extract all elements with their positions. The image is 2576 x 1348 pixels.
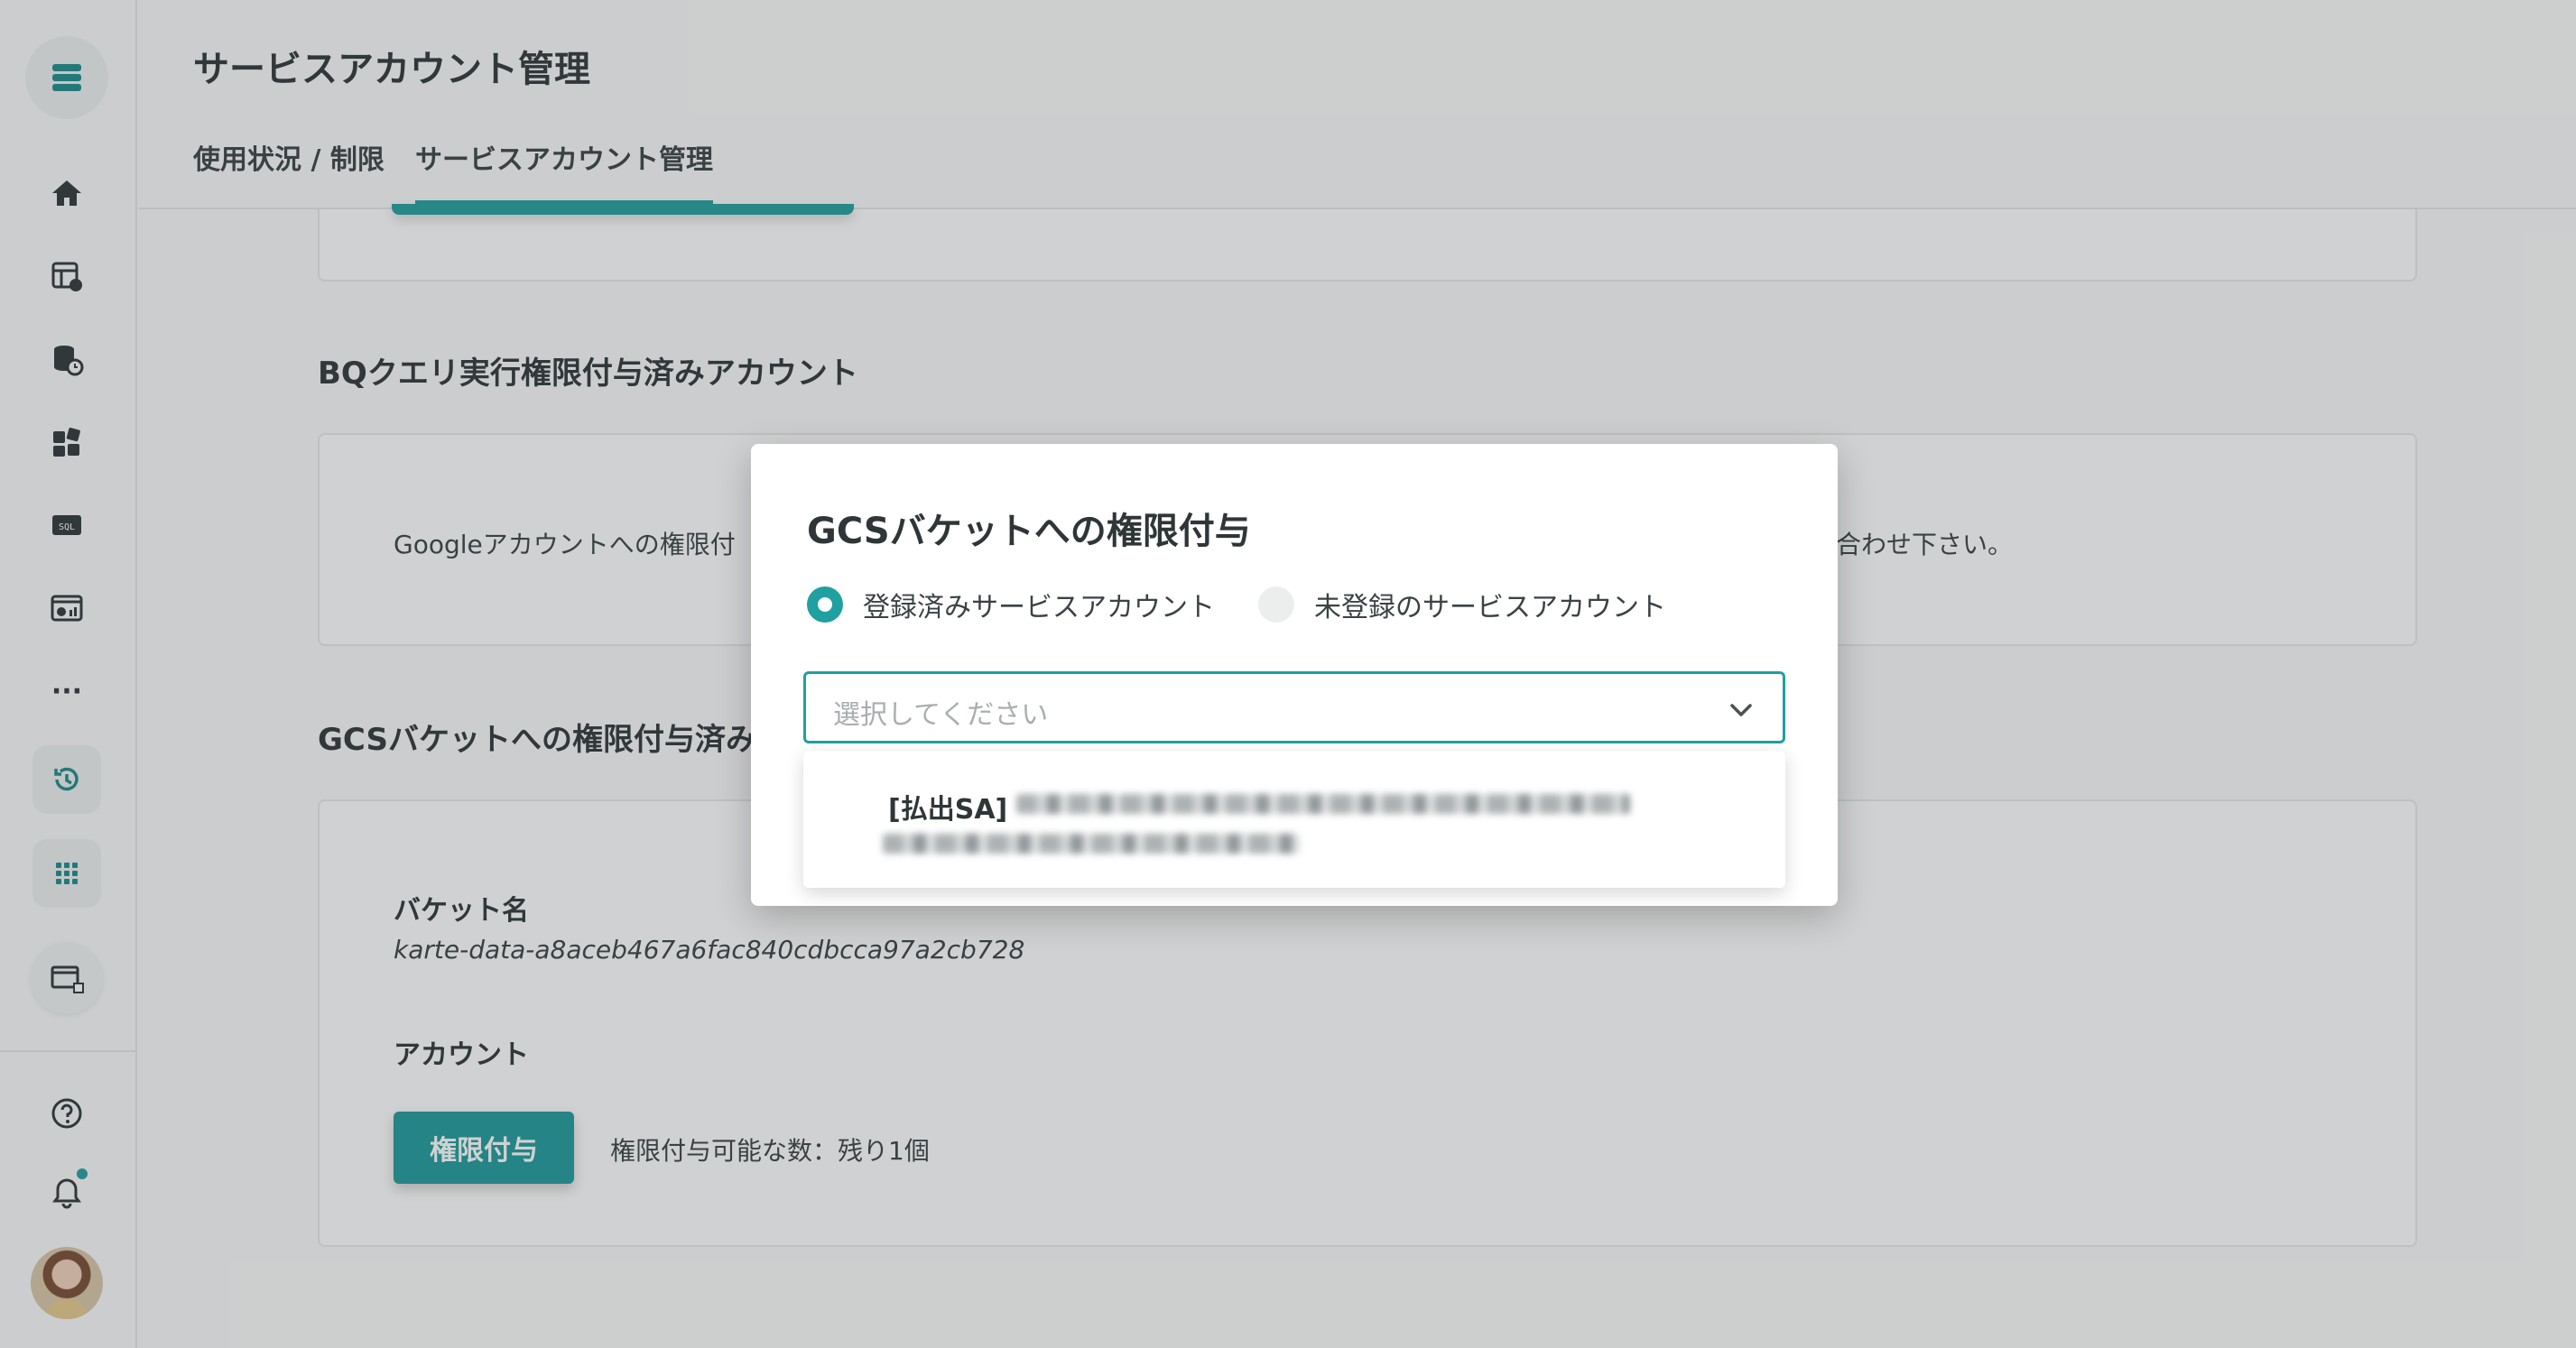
radio-unregistered-account[interactable]: 未登録のサービスアカウント	[1258, 585, 1666, 624]
radio-checked-icon[interactable]	[807, 586, 843, 623]
select-dropdown: [払出SA]	[803, 751, 1785, 888]
service-account-select[interactable]: 選択してください	[803, 671, 1785, 743]
redacted-text	[1016, 794, 1630, 814]
radio-unregistered-label: 未登録のサービスアカウント	[1314, 592, 1666, 623]
redacted-text	[883, 834, 1300, 854]
radio-registered-label: 登録済みサービスアカウント	[863, 592, 1215, 623]
radio-registered-account[interactable]: 登録済みサービスアカウント	[807, 585, 1215, 624]
select-placeholder: 選択してください	[833, 699, 1049, 731]
grant-permission-modal: GCSバケットへの権限付与 登録済みサービスアカウント 未登録のサービスアカウン…	[751, 444, 1838, 906]
dropdown-option[interactable]: [払出SA]	[803, 751, 1785, 888]
option-prefix: [払出SA]	[888, 794, 1008, 826]
modal-title: GCSバケットへの権限付与	[807, 511, 1251, 552]
chevron-down-icon	[1730, 704, 1752, 716]
radio-unchecked-icon[interactable]	[1258, 586, 1294, 623]
